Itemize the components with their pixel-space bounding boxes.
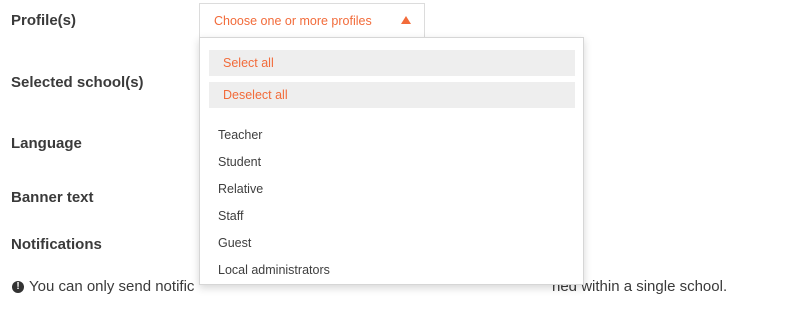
info-text-start: You can only send notific — [29, 278, 195, 295]
profile-option-staff[interactable]: Staff — [218, 203, 330, 230]
profiles-label: Profile(s) — [11, 12, 77, 29]
profile-option-local-administrators[interactable]: Local administrators — [218, 257, 330, 284]
banner-text-label: Banner text — [11, 189, 94, 206]
profile-options-list: Teacher Student Relative Staff Guest Loc… — [218, 122, 330, 284]
notifications-label: Notifications — [11, 236, 102, 253]
notifications-info: ! You can only send notific — [12, 278, 194, 295]
profiles-select-placeholder: Choose one or more profiles — [214, 13, 372, 28]
deselect-all-button[interactable]: Deselect all — [209, 82, 575, 108]
caret-up-icon — [401, 16, 411, 24]
profile-option-guest[interactable]: Guest — [218, 230, 330, 257]
profile-option-relative[interactable]: Relative — [218, 176, 330, 203]
selected-schools-label: Selected school(s) — [11, 74, 144, 91]
profile-option-teacher[interactable]: Teacher — [218, 122, 330, 149]
profile-option-student[interactable]: Student — [218, 149, 330, 176]
profiles-dropdown-menu: Select all Deselect all Teacher Student … — [199, 37, 584, 285]
select-all-button[interactable]: Select all — [209, 50, 575, 76]
exclamation-circle-icon: ! — [12, 280, 24, 293]
language-label: Language — [11, 135, 82, 152]
profiles-select-toggle[interactable]: Choose one or more profiles — [199, 3, 425, 37]
